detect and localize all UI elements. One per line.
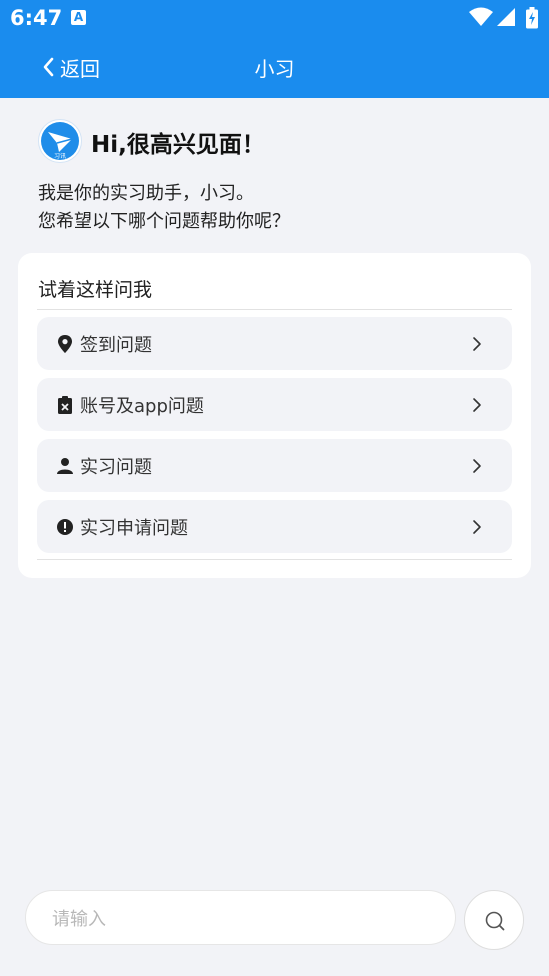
location-pin-icon	[58, 335, 72, 353]
page-title: 小习	[254, 57, 295, 81]
greeting-intro: 我是你的实习助手，小习。 您希望以下哪个问题帮助你呢？	[38, 180, 290, 236]
divider	[37, 559, 512, 560]
suggestion-label: 实习申请问题	[80, 518, 188, 539]
message-input[interactable]	[50, 904, 434, 934]
suggestion-item-internship[interactable]: 实习问题	[37, 439, 512, 492]
card-title: 试着这样问我	[38, 279, 153, 301]
suggestion-item-account-app[interactable]: 账号及app问题	[37, 378, 512, 431]
greeting-title: Hi,很高兴见面！	[91, 132, 265, 158]
nav-bar: 返回 小习	[0, 36, 549, 98]
suggestion-label: 账号及app问题	[80, 396, 204, 417]
suggestion-label: 实习问题	[80, 457, 152, 478]
clipboard-x-icon	[58, 396, 72, 414]
suggestions-card: 试着这样问我 签到问题 账号及app问题 实习问题 实习申请问题	[18, 253, 531, 578]
logo-text: 习讯	[54, 152, 66, 160]
chevron-right-icon	[473, 398, 481, 412]
paper-plane-logo-icon: 习讯	[41, 122, 79, 160]
intro-line: 我是你的实习助手，小习。	[38, 183, 254, 204]
assistant-avatar: 习讯	[38, 119, 82, 163]
status-time: 6:47	[10, 6, 63, 30]
signal-icon	[497, 8, 515, 26]
alert-circle-icon	[57, 519, 73, 535]
suggestion-label: 签到问题	[80, 335, 152, 356]
wifi-icon	[469, 7, 493, 26]
chevron-right-icon	[473, 520, 481, 534]
divider	[37, 309, 512, 310]
search-icon	[485, 911, 505, 931]
chevron-right-icon	[473, 337, 481, 351]
notification-badge-icon: A	[71, 10, 86, 25]
suggestion-item-application[interactable]: 实习申请问题	[37, 500, 512, 553]
message-input-container	[25, 890, 456, 945]
send-button[interactable]	[464, 890, 524, 950]
chevron-right-icon	[473, 459, 481, 473]
person-icon	[57, 458, 73, 474]
status-bar: 6:47 A	[0, 0, 549, 36]
battery-icon	[526, 7, 538, 29]
suggestion-item-checkin[interactable]: 签到问题	[37, 317, 512, 370]
intro-line: 您希望以下哪个问题帮助你呢？	[38, 211, 290, 232]
